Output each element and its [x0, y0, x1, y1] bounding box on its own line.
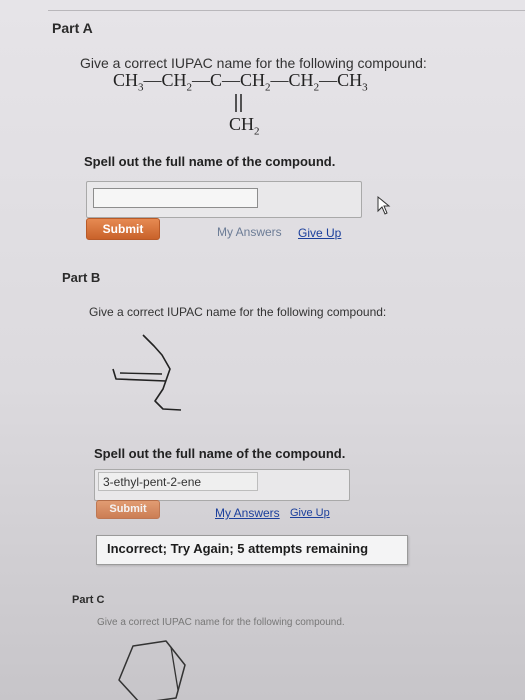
part-c-ring-structure: [118, 640, 186, 700]
